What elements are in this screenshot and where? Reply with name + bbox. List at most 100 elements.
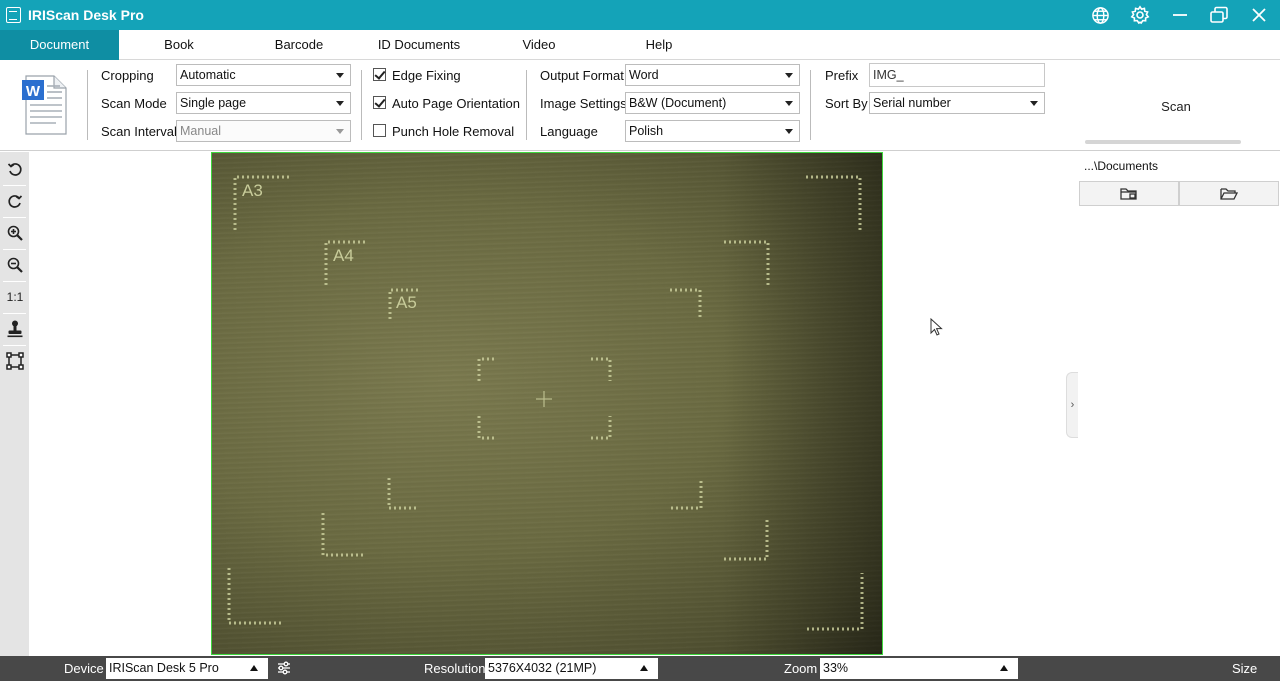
scan-button-label: Scan (1161, 99, 1191, 114)
title-bar: IRIScan Desk Pro (0, 0, 1280, 30)
output-folder-path: ...\Documents (1084, 159, 1159, 173)
scan-button-underline (1085, 140, 1241, 144)
rotate-right-icon[interactable] (3, 188, 27, 214)
zoom-label: Zoom (784, 661, 818, 676)
image-settings-dropdown[interactable]: B&W (Document) (625, 92, 800, 114)
crop-frame-icon[interactable] (3, 348, 27, 374)
cropping-dropdown[interactable]: Automatic (176, 64, 351, 86)
output-format-dropdown[interactable]: Word (625, 64, 800, 86)
sort-by-value: Serial number (873, 96, 951, 110)
close-icon[interactable] (1246, 3, 1272, 27)
mark-a5: A5 (396, 293, 417, 312)
ribbon-divider (526, 70, 527, 140)
auto-page-orientation-checkbox[interactable] (373, 96, 386, 109)
punch-hole-removal-checkbox[interactable] (373, 124, 386, 137)
toolbar-divider (3, 281, 26, 282)
tab-book[interactable]: Book (139, 30, 219, 60)
size-label[interactable]: Size (1232, 661, 1257, 676)
scan-interval-label: Scan Interval (101, 124, 177, 139)
chevron-up-icon (640, 665, 648, 671)
device-settings-icon[interactable] (276, 660, 292, 679)
sort-by-dropdown[interactable]: Serial number (869, 92, 1045, 114)
open-folder-button[interactable] (1079, 181, 1179, 206)
panel-collapse-toggle[interactable]: › (1066, 372, 1078, 438)
window-title: IRIScan Desk Pro (28, 7, 144, 23)
chevron-down-icon (785, 129, 793, 134)
edge-fixing-checkbox[interactable] (373, 68, 386, 81)
zoom-out-icon[interactable] (3, 252, 27, 278)
ribbon-divider (361, 70, 362, 140)
tab-video[interactable]: Video (509, 30, 569, 60)
ribbon-divider (810, 70, 811, 140)
gear-icon[interactable] (1127, 3, 1153, 27)
zoom-in-icon[interactable] (3, 220, 27, 246)
chevron-down-icon (785, 73, 793, 78)
resolution-label: Resolution (424, 661, 486, 676)
guide-marks-overlay: A3 A4 A5 (227, 175, 864, 631)
browse-folder-button[interactable] (1179, 181, 1279, 206)
toolbar-divider (3, 185, 26, 186)
stamp-icon[interactable] (3, 316, 27, 342)
tab-id-documents[interactable]: ID Documents (369, 30, 469, 60)
chevron-down-icon (785, 101, 793, 106)
language-value: Polish (629, 124, 664, 138)
tab-help[interactable]: Help (629, 30, 689, 60)
restore-icon[interactable] (1206, 3, 1232, 27)
actual-size-button[interactable]: 1:1 (3, 284, 27, 310)
left-toolbar: 1:1 (0, 152, 29, 656)
scan-button[interactable]: Scan (1085, 64, 1241, 144)
chevron-up-icon (1000, 665, 1008, 671)
svg-text:W: W (26, 83, 41, 100)
output-format-label: Output Format (540, 68, 624, 83)
chevron-down-icon (1030, 101, 1038, 106)
app-scanner-icon (6, 7, 21, 23)
edge-fixing-label: Edge Fixing (392, 68, 461, 83)
rotate-left-icon[interactable] (3, 156, 27, 182)
status-bar: Device IRIScan Desk 5 Pro Resolution 537… (0, 656, 1280, 681)
chevron-up-icon (250, 665, 258, 671)
tab-barcode[interactable]: Barcode (259, 30, 339, 60)
scan-interval-dropdown: Manual (176, 120, 351, 142)
mark-a4: A4 (333, 246, 354, 265)
toolbar-divider (3, 249, 26, 250)
mouse-cursor-icon (930, 317, 944, 341)
ribbon-divider (87, 70, 88, 140)
globe-icon[interactable] (1087, 3, 1113, 27)
folder-open-icon (1220, 187, 1238, 200)
auto-page-orientation-label: Auto Page Orientation (392, 96, 520, 111)
prefix-label: Prefix (825, 68, 859, 83)
folder-icon (1120, 187, 1137, 200)
device-value: IRIScan Desk 5 Pro (109, 661, 219, 675)
chevron-down-icon (336, 73, 344, 78)
word-document-icon[interactable]: W (20, 74, 68, 136)
image-settings-value: B&W (Document) (629, 96, 727, 110)
image-settings-label: Image Settings (540, 96, 627, 111)
scan-mode-dropdown[interactable]: Single page (176, 92, 351, 114)
device-label: Device (64, 661, 104, 676)
resolution-value: 5376X4032 (21MP) (488, 661, 597, 675)
punch-hole-removal-label: Punch Hole Removal (392, 124, 515, 139)
menu-bar: Document Book Barcode ID Documents Video… (0, 30, 1280, 60)
prefix-input[interactable]: IMG_ (869, 63, 1045, 87)
toolbar-divider (3, 345, 26, 346)
resolution-dropdown[interactable]: 5376X4032 (21MP) (485, 658, 658, 679)
scan-mode-value: Single page (180, 96, 247, 110)
tab-document[interactable]: Document (0, 30, 119, 60)
output-format-value: Word (629, 68, 659, 82)
chevron-down-icon (336, 129, 344, 134)
minimize-icon[interactable] (1167, 3, 1193, 27)
zoom-value: 33% (823, 661, 849, 675)
language-label: Language (540, 124, 598, 139)
zoom-dropdown[interactable]: 33% (820, 658, 1018, 679)
cropping-label: Cropping (101, 68, 154, 83)
scan-mode-label: Scan Mode (101, 96, 167, 111)
device-dropdown[interactable]: IRIScan Desk 5 Pro (106, 658, 268, 679)
chevron-down-icon (336, 101, 344, 106)
sort-by-label: Sort By (825, 96, 868, 111)
language-dropdown[interactable]: Polish (625, 120, 800, 142)
output-panel (1079, 152, 1280, 656)
camera-preview[interactable]: A3 A4 A5 (211, 152, 883, 655)
toolbar-divider (3, 313, 26, 314)
cropping-value: Automatic (180, 68, 236, 82)
toolbar-divider (3, 217, 26, 218)
